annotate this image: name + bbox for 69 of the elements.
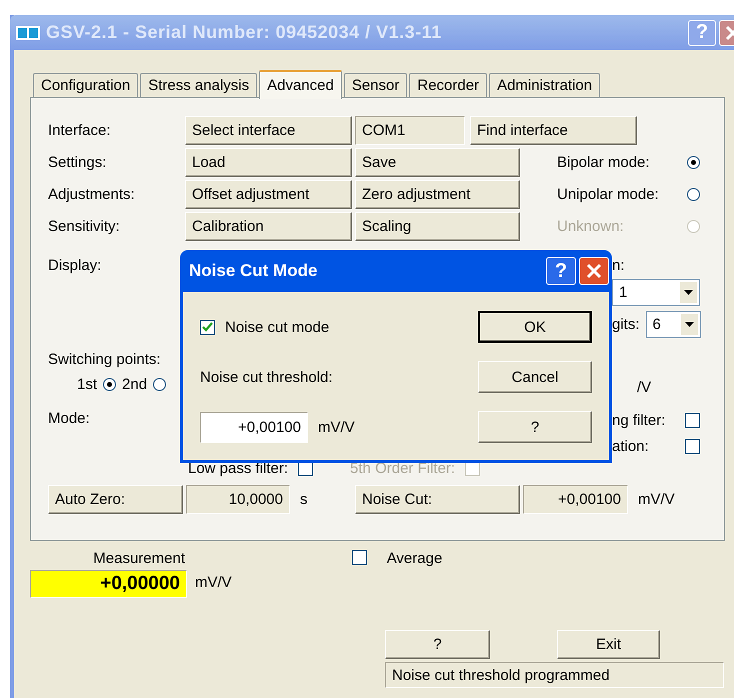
radio-button[interactable] — [103, 378, 116, 391]
status-bar: Noise cut threshold programmed — [385, 662, 724, 688]
help-button[interactable]: ? — [478, 411, 592, 443]
threshold-field[interactable]: +0,00100 — [200, 412, 308, 442]
option-label: 1st — [77, 376, 98, 393]
close-button[interactable] — [579, 257, 609, 285]
option-label: ng filter: — [612, 412, 666, 428]
field-label: Noise cut threshold: — [200, 368, 333, 386]
cancel-button[interactable]: Cancel — [478, 361, 592, 393]
auto-zero-field: 10,0000 — [186, 485, 290, 514]
unit-label: s — [300, 491, 308, 508]
port-field: COM1 — [355, 116, 465, 145]
mode-label: Unknown: — [557, 218, 625, 235]
action-button[interactable]: Calibration — [185, 212, 352, 241]
unit-label: mV/V — [638, 491, 675, 508]
window-title: GSV-2.1 - Serial Number: 09452034 / V1.3-11 — [46, 22, 443, 43]
tab[interactable]: Administration — [489, 73, 600, 97]
option-label: ation: — [612, 438, 649, 454]
option-label: 2nd — [122, 376, 148, 393]
auto-zero-button[interactable]: Auto Zero: — [48, 485, 183, 514]
field-label: Settings: — [48, 154, 108, 171]
field-label: gits: — [612, 316, 640, 333]
checkbox[interactable] — [352, 550, 367, 565]
dropdown[interactable]: 1 — [612, 279, 700, 306]
field-label: n: — [612, 257, 626, 274]
field-label: Interface: — [48, 122, 112, 139]
select-interface-button[interactable]: Select interface — [185, 116, 352, 145]
action-button[interactable]: Save — [355, 148, 520, 177]
field-label: Sensitivity: — [48, 218, 121, 235]
checkbox[interactable] — [685, 412, 700, 428]
field-label: Mode: — [48, 410, 91, 429]
field-label: Display: — [48, 257, 102, 276]
action-button[interactable]: Offset adjustment — [185, 180, 352, 209]
checkbox[interactable] — [685, 438, 700, 454]
action-button[interactable]: Zero adjustment — [355, 180, 520, 209]
tab[interactable]: Advanced — [259, 70, 342, 99]
field-label: Switching points: — [48, 351, 162, 368]
unit-label: mV/V — [318, 418, 355, 436]
unit-label: /V — [637, 379, 652, 396]
tab[interactable]: Sensor — [344, 73, 408, 97]
checkbox[interactable] — [200, 320, 215, 334]
option-label: Noise cut mode — [225, 318, 330, 336]
help-button[interactable]: ? — [385, 630, 490, 659]
tab[interactable]: Stress analysis — [140, 73, 258, 97]
mode-label: Bipolar mode: — [557, 154, 651, 171]
field-label: Adjustments: — [48, 186, 136, 203]
measurement-display: +0,00000 — [30, 570, 187, 598]
exit-button[interactable]: Exit — [557, 630, 660, 659]
option-label: Low pass filter: — [188, 460, 288, 476]
unit-label: mV/V — [195, 574, 232, 593]
noise-cut-button[interactable]: Noise Cut: — [355, 485, 520, 514]
average-label: Average — [386, 550, 442, 567]
app-logo-icon — [16, 26, 40, 40]
radio-button[interactable] — [153, 378, 166, 391]
mode-label: Unipolar mode: — [557, 186, 660, 203]
tab[interactable]: Recorder — [409, 73, 488, 97]
action-button[interactable]: Load — [185, 148, 352, 177]
measurement-label: Measurement — [92, 550, 185, 567]
dropdown[interactable]: 6 — [646, 311, 701, 338]
help-button[interactable]: ? — [546, 257, 576, 285]
noise-cut-field: +0,00100 — [523, 485, 628, 514]
dialog-title: Noise Cut Mode — [189, 261, 318, 281]
ok-button[interactable]: OK — [478, 311, 592, 343]
close-icon — [586, 263, 602, 279]
tab[interactable]: Configuration — [33, 73, 138, 97]
radio-button[interactable] — [687, 188, 700, 201]
find-interface-button[interactable]: Find interface — [470, 116, 637, 145]
action-button[interactable]: Scaling — [355, 212, 520, 241]
radio-button[interactable] — [687, 156, 700, 169]
